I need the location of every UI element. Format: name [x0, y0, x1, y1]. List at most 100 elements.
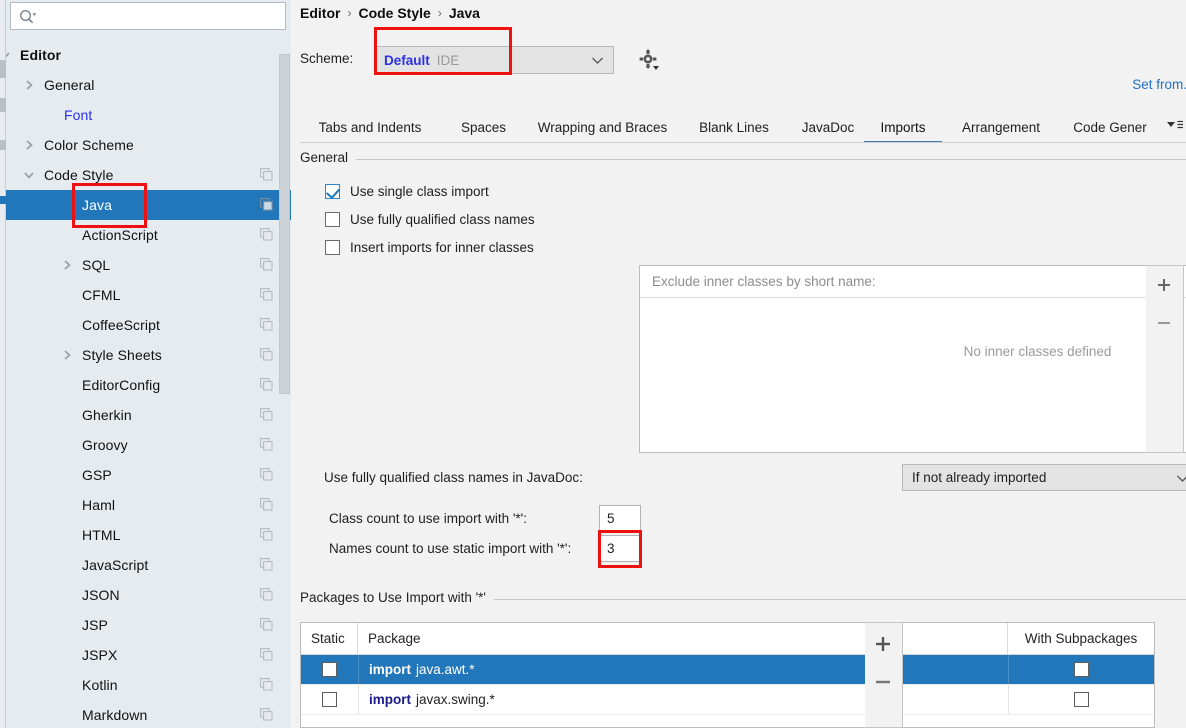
sidebar-item-gherkin[interactable]: Gherkin — [6, 400, 291, 430]
sidebar-item-code-style[interactable]: Code Style — [6, 160, 291, 190]
sidebar-item-coffeescript[interactable]: CoffeeScript — [6, 310, 291, 340]
breadcrumb-item-java[interactable]: Java — [449, 5, 480, 21]
table-row[interactable]: importjavax.swing.* — [301, 685, 1154, 715]
copy-scheme-icon[interactable] — [260, 648, 273, 661]
sidebar-item-gsp[interactable]: GSP — [6, 460, 291, 490]
sidebar-item-jspx[interactable]: JSPX — [6, 640, 291, 670]
sidebar-item-groovy[interactable]: Groovy — [6, 430, 291, 460]
sidebar-item-java[interactable]: Java — [6, 190, 291, 220]
copy-scheme-icon[interactable] — [260, 228, 273, 241]
sidebar-item-haml[interactable]: Haml — [6, 490, 291, 520]
checkbox-unchecked-icon[interactable] — [1074, 692, 1089, 707]
copy-scheme-icon[interactable] — [260, 528, 273, 541]
copy-scheme-icon[interactable] — [260, 198, 273, 211]
copy-scheme-icon[interactable] — [260, 708, 273, 721]
copy-scheme-icon[interactable] — [260, 408, 273, 421]
package-cell[interactable]: importjava.awt.* — [358, 655, 1008, 684]
sidebar-item-jsp[interactable]: JSP — [6, 610, 291, 640]
checkbox-checked-icon[interactable] — [325, 184, 340, 199]
copy-scheme-icon[interactable] — [260, 258, 273, 271]
chevron-down-icon[interactable] — [22, 168, 36, 182]
sidebar-item-javascript[interactable]: JavaScript — [6, 550, 291, 580]
chevron-right-icon[interactable] — [22, 138, 36, 152]
sidebar-item-general[interactable]: General — [6, 70, 291, 100]
copy-scheme-icon[interactable] — [260, 588, 273, 601]
sidebar-item-editorconfig[interactable]: EditorConfig — [6, 370, 291, 400]
set-from-link[interactable]: Set from. — [1132, 77, 1186, 92]
tab-javadoc[interactable]: JavaDoc — [788, 112, 868, 142]
sidebar-item-style-sheets[interactable]: Style Sheets — [6, 340, 291, 370]
chevron-down-icon[interactable] — [6, 48, 12, 62]
remove-inner-class-button[interactable] — [1146, 306, 1182, 340]
sidebar-item-markdown[interactable]: Markdown — [6, 700, 291, 728]
static-cell[interactable] — [301, 655, 358, 684]
sidebar-item-cfml[interactable]: CFML — [6, 280, 291, 310]
copy-scheme-icon[interactable] — [260, 318, 273, 331]
sidebar-item-editor[interactable]: Editor — [6, 40, 291, 70]
search-input[interactable] — [41, 3, 281, 29]
chevron-down-icon — [591, 56, 604, 65]
copy-scheme-icon[interactable] — [260, 438, 273, 451]
tab-arrangement[interactable]: Arrangement — [946, 112, 1056, 142]
checkbox-unchecked-icon[interactable] — [1074, 662, 1089, 677]
tab-wrapping-and-braces[interactable]: Wrapping and Braces — [525, 112, 680, 142]
column-header-package[interactable]: Package — [358, 623, 1008, 654]
remove-package-button[interactable] — [865, 665, 901, 699]
breadcrumb-item-editor[interactable]: Editor — [300, 5, 340, 21]
copy-scheme-icon[interactable] — [260, 168, 273, 181]
tab-spaces[interactable]: Spaces — [446, 112, 521, 142]
checkbox-row-insert-imports-for-inner-classes[interactable]: Insert imports for inner classes — [325, 240, 534, 255]
search-field[interactable] — [10, 2, 286, 30]
class-count-input[interactable]: 5 — [599, 505, 641, 532]
add-package-button[interactable] — [865, 627, 901, 661]
chevron-right-icon[interactable] — [60, 348, 74, 362]
checkbox-unchecked-icon[interactable] — [322, 662, 337, 677]
copy-scheme-icon[interactable] — [260, 468, 273, 481]
gear-icon[interactable] — [635, 47, 661, 73]
chevron-right-icon[interactable] — [60, 258, 74, 272]
static-cell[interactable] — [301, 685, 358, 714]
scheme-dropdown[interactable]: Default IDE — [374, 46, 614, 74]
sidebar-item-color-scheme[interactable]: Color Scheme — [6, 130, 291, 160]
copy-scheme-icon[interactable] — [260, 678, 273, 691]
tab-imports[interactable]: Imports — [864, 112, 942, 142]
package-cell[interactable]: importjavax.swing.* — [358, 685, 1008, 714]
column-header-with-subpackages[interactable]: With Subpackages — [1008, 623, 1154, 654]
column-header-static[interactable]: Static — [301, 623, 358, 654]
copy-scheme-icon[interactable] — [260, 558, 273, 571]
tab-overflow-icon[interactable] — [1164, 118, 1184, 132]
copy-scheme-icon[interactable] — [260, 378, 273, 391]
checkbox-unchecked-icon[interactable] — [322, 692, 337, 707]
table-row[interactable]: importjava.awt.* — [301, 655, 1154, 685]
copy-scheme-icon[interactable] — [260, 288, 273, 301]
packages-table-body[interactable]: importjava.awt.*importjavax.swing.* — [301, 655, 1154, 715]
breadcrumb-item-code-style[interactable]: Code Style — [358, 5, 430, 21]
subpackages-cell[interactable] — [1008, 655, 1154, 684]
tab-tabs-and-indents[interactable]: Tabs and Indents — [300, 112, 440, 142]
checkbox-row-use-fully-qualified-class-names[interactable]: Use fully qualified class names — [325, 212, 535, 227]
sidebar-item-label: Style Sheets — [82, 347, 162, 363]
sidebar-item-kotlin[interactable]: Kotlin — [6, 670, 291, 700]
sidebar-item-html[interactable]: HTML — [6, 520, 291, 550]
copy-scheme-icon[interactable] — [260, 618, 273, 631]
checkbox-unchecked-icon[interactable] — [325, 212, 340, 227]
checkbox-row-use-single-class-import[interactable]: Use single class import — [325, 184, 489, 199]
sidebar-item-font[interactable]: Font — [6, 100, 291, 130]
tab-blank-lines[interactable]: Blank Lines — [684, 112, 784, 142]
chevron-right-icon[interactable] — [22, 78, 36, 92]
copy-scheme-icon[interactable] — [260, 348, 273, 361]
tab-code-gener[interactable]: Code Gener — [1060, 112, 1160, 142]
names-count-input[interactable]: 3 — [599, 535, 641, 562]
settings-tree[interactable]: EditorGeneralFontColor SchemeCode StyleJ… — [6, 40, 291, 728]
javadoc-fqcn-dropdown[interactable]: If not already imported — [902, 464, 1186, 491]
packages-table[interactable]: StaticPackageWith Subpackages importjava… — [300, 622, 1155, 728]
subpackages-cell[interactable] — [1008, 685, 1154, 714]
sidebar-item-actionscript[interactable]: ActionScript — [6, 220, 291, 250]
sidebar-scrollbar-thumb[interactable] — [279, 54, 290, 394]
sidebar-item-json[interactable]: JSON — [6, 580, 291, 610]
copy-scheme-icon[interactable] — [260, 498, 273, 511]
add-inner-class-button[interactable] — [1146, 268, 1182, 302]
sidebar-item-sql[interactable]: SQL — [6, 250, 291, 280]
settings-tabs[interactable]: Tabs and IndentsSpacesWrapping and Brace… — [291, 112, 1186, 142]
checkbox-unchecked-icon[interactable] — [325, 240, 340, 255]
